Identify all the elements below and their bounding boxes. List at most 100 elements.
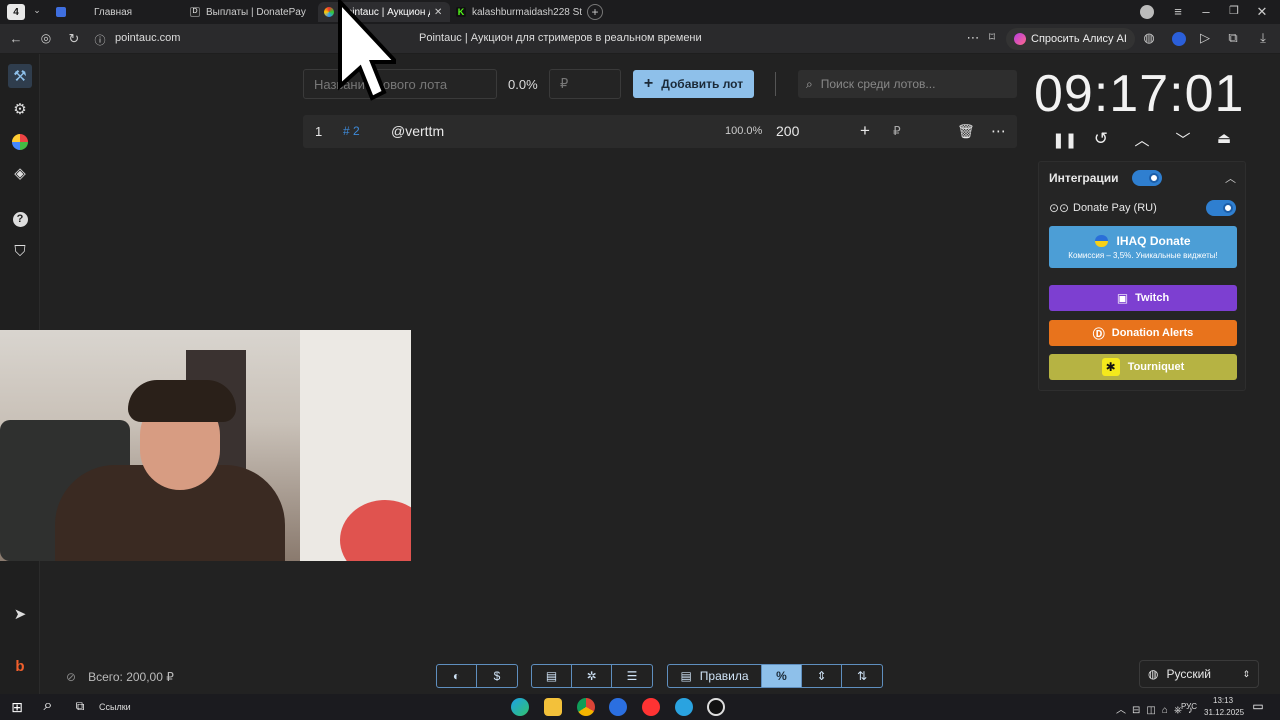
- menu-icon[interactable]: ≡: [1170, 4, 1186, 19]
- input-language[interactable]: РУС: [1181, 702, 1197, 711]
- protect-icon[interactable]: ◎: [38, 31, 54, 45]
- minimize-icon[interactable]: –: [1198, 4, 1214, 19]
- donatepay-icon: D: [190, 7, 200, 17]
- bookmark-icon[interactable]: ⌑: [985, 30, 999, 44]
- telegram-taskbar-icon[interactable]: [675, 698, 693, 716]
- ihaq-donate-button[interactable]: IHAQ Donate Комиссия – 3,5%. Уникальные …: [1049, 226, 1237, 268]
- donation-alerts-icon: Ⓓ: [1092, 326, 1105, 341]
- yandex-browser-icon[interactable]: [642, 698, 660, 716]
- collections-icon[interactable]: ⧉: [1226, 30, 1240, 46]
- tab-kick-stream[interactable]: K kalashburmaidash228 Stre...: [456, 2, 582, 22]
- media-icon[interactable]: ▷: [1198, 30, 1212, 46]
- delete-trash-icon[interactable]: 🗑: [957, 123, 975, 140]
- sort-icon[interactable]: ⇅: [842, 665, 882, 687]
- edge-icon[interactable]: [511, 698, 529, 716]
- restore-icon[interactable]: ❐: [1226, 4, 1242, 17]
- globe-lang-icon: ◍: [1148, 667, 1159, 681]
- lot-amount[interactable]: 200: [776, 123, 799, 139]
- tab-home[interactable]: Главная: [56, 2, 176, 22]
- reset-icon[interactable]: ↺: [1092, 129, 1110, 149]
- search-icon: ⌕: [806, 76, 813, 91]
- taskbar-search-icon[interactable]: ⌕: [39, 697, 57, 715]
- new-tab-plus-icon[interactable]: +: [587, 4, 603, 20]
- task-view-icon[interactable]: ⧉: [72, 699, 88, 714]
- reload-icon[interactable]: ↻: [66, 31, 82, 47]
- close-window-icon[interactable]: ✕: [1254, 4, 1270, 20]
- github-icon[interactable]: ◐: [437, 665, 477, 687]
- rules-button[interactable]: ▤ Правила: [668, 665, 762, 687]
- compress-icon[interactable]: ⇕: [802, 665, 842, 687]
- lot-id: # 2: [343, 124, 360, 138]
- url-text[interactable]: pointauc.com: [115, 32, 180, 44]
- chrome-icon[interactable]: [577, 698, 595, 716]
- boosty-icon[interactable]: b: [8, 654, 32, 678]
- ihaq-label: IHAQ Donate: [1116, 234, 1191, 248]
- profile-avatar[interactable]: [1140, 5, 1154, 19]
- eject-up-icon[interactable]: ⏏: [1216, 129, 1232, 147]
- eye-off-icon[interactable]: ⊘: [66, 670, 76, 684]
- save-icon[interactable]: ▤: [532, 665, 572, 687]
- shield-check-icon[interactable]: ⛉: [8, 239, 32, 263]
- select-arrows-icon: ⇕: [1242, 668, 1250, 679]
- pause-icon[interactable]: ❚❚: [1052, 131, 1077, 149]
- layers-icon[interactable]: ◈: [8, 161, 32, 185]
- add-lot-label: Добавить лот: [661, 77, 744, 91]
- close-tab-icon[interactable]: ✕: [434, 7, 442, 18]
- integrations-toggle[interactable]: [1132, 170, 1162, 186]
- settings-gear-icon[interactable]: ⚙: [8, 97, 32, 121]
- timer-display: 09:17:01: [1034, 65, 1245, 123]
- tab-label: kalashburmaidash228 Stre...: [472, 6, 582, 18]
- donatepay-glasses-icon: ⊙⊙: [1049, 201, 1070, 215]
- extension-icon[interactable]: [1172, 32, 1186, 46]
- add-amount-plus-icon[interactable]: +: [860, 121, 870, 141]
- obs-icon[interactable]: [707, 698, 725, 716]
- windows-start-icon[interactable]: ⊞: [9, 699, 25, 716]
- add-lot-button[interactable]: + Добавить лот: [633, 70, 754, 98]
- globe-icon[interactable]: ◍: [1142, 30, 1156, 46]
- clock-time[interactable]: 13:13: [1213, 696, 1233, 705]
- windows-taskbar: [0, 694, 1280, 720]
- clear-list-icon[interactable]: ☰: [612, 665, 652, 687]
- links-label[interactable]: Ссылки: [99, 702, 131, 712]
- wheel-icon[interactable]: [8, 130, 32, 154]
- tab-donatepay[interactable]: D Выплаты | DonatePay: [190, 2, 315, 22]
- check-app-icon[interactable]: [609, 698, 627, 716]
- percent-toggle-icon[interactable]: %: [762, 665, 802, 687]
- back-icon[interactable]: ←: [8, 31, 24, 46]
- integrations-title: Интеграции: [1049, 171, 1119, 185]
- donation-alerts-button[interactable]: Ⓓ Donation Alerts: [1049, 320, 1237, 346]
- language-select[interactable]: ◍ Русский ⇕: [1139, 660, 1259, 688]
- notifications-icon[interactable]: ▭: [1250, 699, 1266, 713]
- new-lot-amount-input[interactable]: ₽: [549, 69, 621, 99]
- tab-counter[interactable]: 4: [7, 4, 25, 20]
- donate-dollar-icon[interactable]: $: [477, 665, 517, 687]
- lot-search-input[interactable]: ⌕ Поиск среди лотов...: [798, 70, 1017, 98]
- lot-row[interactable]: 1 # 2 @verttm 100.0% 200 + ₽ 🗑 ⋯: [303, 115, 1017, 148]
- clock-date[interactable]: 31.12.2025: [1204, 708, 1244, 717]
- tabs-menu-chevron-icon[interactable]: ⌄: [30, 5, 44, 16]
- mouse-cursor-icon: [338, 0, 396, 101]
- tourniquet-button[interactable]: ✱ Tourniquet: [1049, 354, 1237, 380]
- new-lot-name-input[interactable]: Название нового лота: [303, 69, 497, 99]
- twitch-button[interactable]: ▣ Twitch: [1049, 285, 1237, 311]
- download-icon[interactable]: ⤓: [1256, 30, 1270, 46]
- telegram-icon[interactable]: ➤: [8, 602, 32, 626]
- chevron-down-icon[interactable]: ﹀: [1175, 129, 1191, 150]
- donatepay-toggle[interactable]: [1206, 200, 1236, 216]
- more-options-icon[interactable]: ⋯: [965, 30, 981, 46]
- collapse-chevron-icon[interactable]: ︿: [1225, 170, 1236, 186]
- address-bar: ← ◎ ↻ ⓘ pointauc.com Pointauc | Аукцион …: [0, 24, 1280, 54]
- rules-label: Правила: [699, 669, 749, 683]
- auction-hammer-icon[interactable]: ⚒: [8, 64, 32, 88]
- bug-icon[interactable]: ✲: [572, 665, 612, 687]
- site-info-icon[interactable]: ⓘ: [94, 32, 106, 48]
- file-explorer-icon[interactable]: [544, 698, 562, 716]
- tab-label: Главная: [94, 6, 133, 18]
- chevron-up-icon[interactable]: ︿: [1134, 129, 1150, 150]
- alice-button[interactable]: Спросить Алису AI: [1006, 28, 1135, 50]
- alice-icon: [1014, 33, 1026, 45]
- help-icon[interactable]: ?: [8, 207, 32, 231]
- more-dots-icon[interactable]: ⋯: [991, 122, 1006, 140]
- lot-name[interactable]: @verttm: [391, 123, 444, 139]
- twitch-label: Twitch: [1135, 292, 1170, 304]
